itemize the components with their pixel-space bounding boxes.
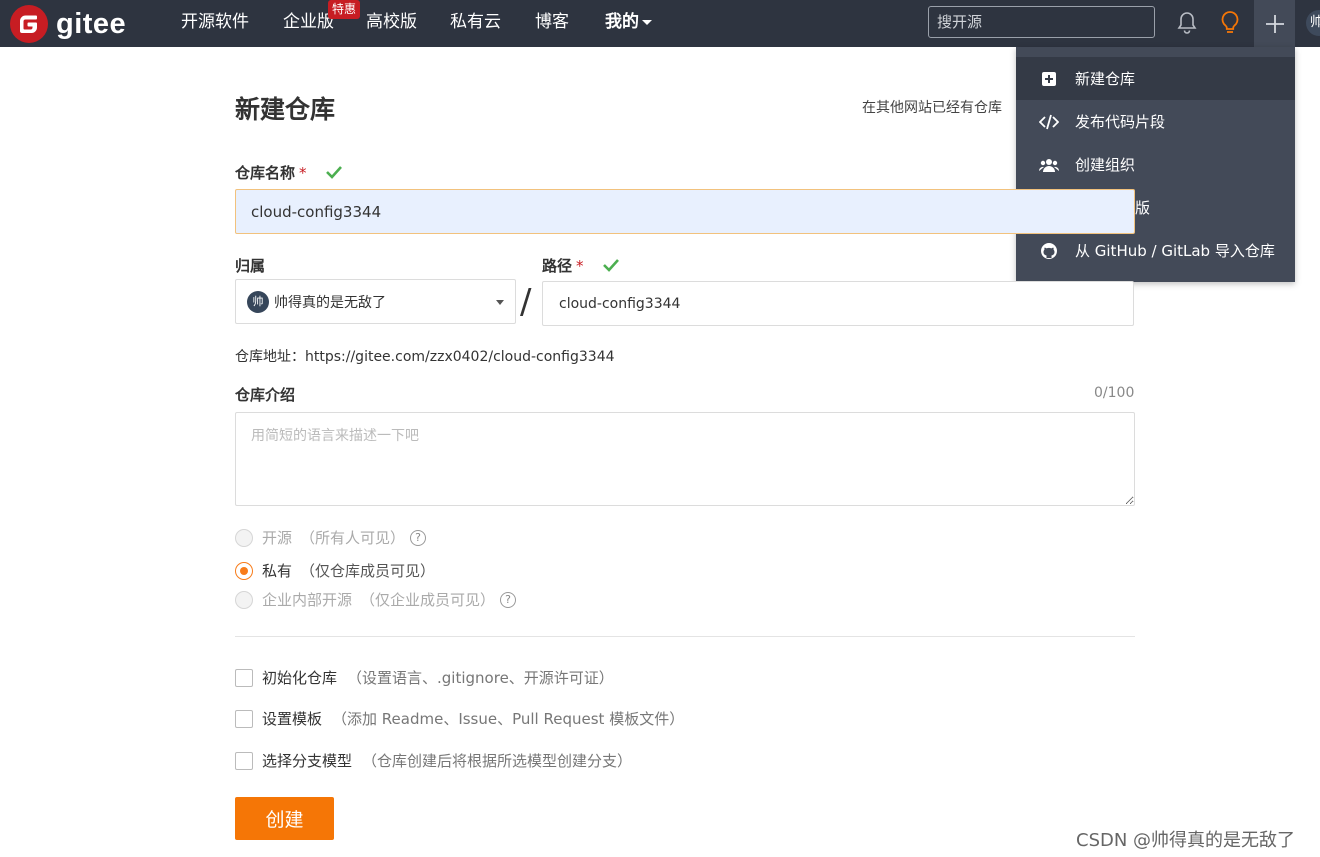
repo-name-label-text: 仓库名称 <box>235 164 296 182</box>
repo-name-input[interactable] <box>235 189 1135 234</box>
radio-label: 开源 <box>262 529 293 547</box>
checkbox-note: （仓库创建后将根据所选模型创建分支） <box>362 752 633 770</box>
nav-blog[interactable]: 博客 <box>535 10 569 34</box>
radio-note: （仅仓库成员可见） <box>300 562 436 580</box>
help-icon[interactable]: ? <box>500 591 517 608</box>
plus-icon <box>1265 14 1284 33</box>
checkbox-label: 设置模板 <box>262 710 323 728</box>
top-navbar: gitee 开源软件 企业版 特惠 高校版 私有云 博客 我的 帅 <box>0 0 1320 47</box>
checkbox-note: （添加 Readme、Issue、Pull Request 模板文件） <box>332 710 685 728</box>
menu-item-label: 新建仓库 <box>1075 70 1136 88</box>
owner-value: 帅得真的是无敌了 <box>274 294 386 311</box>
caret-down-icon <box>496 300 504 305</box>
page-title: 新建仓库 <box>235 95 336 124</box>
promo-badge: 特惠 <box>328 0 361 19</box>
branch-model-option[interactable]: 选择分支模型 （仓库创建后将根据所选模型创建分支） <box>235 750 632 771</box>
repo-url-text: 仓库地址：https://gitee.com/zzx0402/cloud-con… <box>235 349 615 365</box>
code-icon <box>1039 112 1059 132</box>
gitee-logo-icon <box>10 5 48 43</box>
init-repo-option[interactable]: 初始化仓库 （设置语言、.gitignore、开源许可证） <box>235 667 614 688</box>
repo-desc-textarea[interactable] <box>235 412 1135 506</box>
create-button[interactable]: 创建 <box>235 797 334 840</box>
menu-item-new-repo[interactable]: 新建仓库 <box>1016 57 1295 100</box>
nav-mine[interactable]: 我的 <box>605 10 652 34</box>
radio-button[interactable] <box>235 561 253 580</box>
nav-open-source[interactable]: 开源软件 <box>181 10 249 34</box>
lightbulb-icon <box>1221 11 1239 33</box>
path-input[interactable] <box>542 281 1134 326</box>
create-dropdown-menu: 新建仓库 发布代码片段 创建组织 开通企业版 从 GitHub / GitLab… <box>1016 47 1295 282</box>
help-icon[interactable]: ? <box>410 529 427 546</box>
radio-button[interactable] <box>235 590 253 609</box>
users-icon <box>1039 155 1059 175</box>
checkbox[interactable] <box>235 709 253 728</box>
path-label-text: 路径 <box>542 257 573 275</box>
visibility-internal-option[interactable]: 企业内部开源 （仅企业成员可见） ? <box>235 589 517 610</box>
menu-item-label: 创建组织 <box>1075 156 1136 174</box>
user-avatar[interactable]: 帅 <box>1306 10 1320 36</box>
nav-private-cloud[interactable]: 私有云 <box>450 10 501 34</box>
import-hint-link[interactable]: 在其他网站已经有仓库 <box>862 97 1002 117</box>
tips-button[interactable] <box>1213 6 1247 40</box>
bell-icon <box>1177 12 1197 34</box>
required-mark: * <box>299 164 307 182</box>
checkbox[interactable] <box>235 751 253 770</box>
chevron-down-icon <box>642 19 652 25</box>
check-icon <box>326 166 342 179</box>
nav-enterprise[interactable]: 企业版 <box>283 10 334 34</box>
radio-label: 企业内部开源 <box>262 591 353 609</box>
template-option[interactable]: 设置模板 （添加 Readme、Issue、Pull Request 模板文件） <box>235 708 684 729</box>
owner-select[interactable]: 帅 帅得真的是无敌了 <box>235 279 516 324</box>
path-separator: / <box>520 282 532 322</box>
notification-button[interactable] <box>1170 6 1204 40</box>
plus-square-icon <box>1039 69 1059 89</box>
radio-label: 私有 <box>262 562 293 580</box>
github-icon <box>1039 241 1059 261</box>
visibility-private-option[interactable]: 私有 （仅仓库成员可见） <box>235 560 435 581</box>
nav-mine-label: 我的 <box>605 12 639 32</box>
create-menu-button[interactable] <box>1254 0 1295 47</box>
menu-item-import-repo[interactable]: 从 GitHub / GitLab 导入仓库 <box>1016 229 1295 272</box>
required-mark: * <box>576 257 584 275</box>
search-input[interactable] <box>928 6 1155 38</box>
desc-char-counter: 0/100 <box>1094 385 1135 401</box>
watermark: CSDN @帅得真的是无敌了 <box>1076 830 1296 851</box>
divider <box>235 636 1135 637</box>
menu-item-label: 从 GitHub / GitLab 导入仓库 <box>1075 242 1275 260</box>
visibility-public-option[interactable]: 开源 （所有人可见） ? <box>235 527 427 548</box>
menu-item-label: 发布代码片段 <box>1075 113 1166 131</box>
gitee-logo[interactable]: gitee <box>10 5 126 43</box>
repo-name-label: 仓库名称 * <box>235 162 307 183</box>
check-icon <box>603 259 619 272</box>
brand-name: gitee <box>56 7 127 40</box>
radio-button[interactable] <box>235 528 253 547</box>
checkbox-label: 初始化仓库 <box>262 669 338 687</box>
owner-label: 归属 <box>235 257 266 275</box>
path-label: 路径 * <box>542 255 584 276</box>
menu-item-create-org[interactable]: 创建组织 <box>1016 143 1295 186</box>
checkbox[interactable] <box>235 668 253 687</box>
menu-item-publish-snippet[interactable]: 发布代码片段 <box>1016 100 1295 143</box>
nav-education[interactable]: 高校版 <box>366 10 417 34</box>
repo-desc-label: 仓库介绍 <box>235 386 296 404</box>
checkbox-label: 选择分支模型 <box>262 752 353 770</box>
avatar: 帅 <box>247 290 269 313</box>
checkbox-note: （设置语言、.gitignore、开源许可证） <box>347 669 614 687</box>
radio-note: （仅企业成员可见） <box>360 591 496 609</box>
radio-note: （所有人可见） <box>300 529 406 547</box>
